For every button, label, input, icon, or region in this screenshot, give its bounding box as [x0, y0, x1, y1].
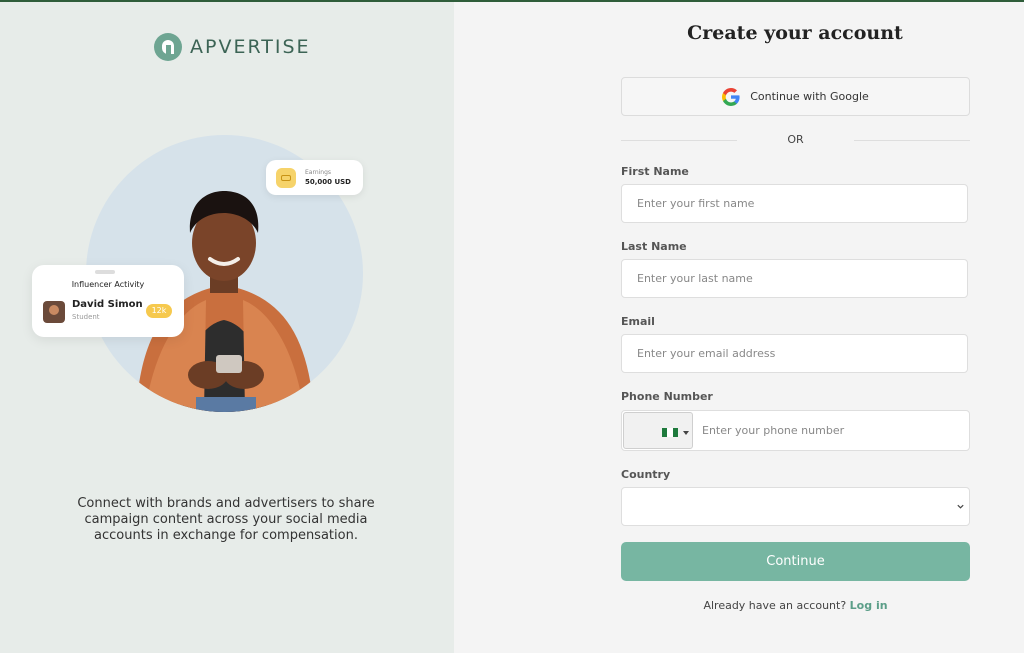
earnings-value: 50,000 USD: [305, 178, 351, 186]
last-name-label: Last Name: [621, 240, 687, 253]
login-prompt-text: Already have an account?: [703, 599, 847, 612]
phone-number-field[interactable]: [694, 412, 968, 449]
money-icon: [276, 167, 296, 188]
tagline: Connect with brands and advertisers to s…: [77, 496, 375, 543]
card-handle: [95, 270, 115, 274]
nigeria-flag-icon: [662, 428, 678, 437]
login-link[interactable]: Log in: [850, 599, 888, 612]
brand-logo: APVERTISE: [154, 33, 311, 61]
brand-name: APVERTISE: [190, 36, 311, 58]
activity-name: David Simon: [72, 299, 143, 310]
first-name-field[interactable]: [621, 184, 968, 223]
divider-line-right: [854, 140, 970, 141]
email-label: Email: [621, 315, 655, 328]
login-prompt: Already have an account? Log in: [621, 599, 970, 612]
promo-panel: APVERTISE Earnings 50,000 USD Influencer…: [0, 2, 454, 653]
influencer-activity-card: Influencer Activity David Simon Student …: [32, 265, 184, 337]
country-select[interactable]: [621, 487, 970, 526]
continue-button[interactable]: Continue: [621, 542, 970, 581]
email-field[interactable]: [621, 334, 968, 373]
follower-badge: 12k: [146, 304, 172, 318]
country-label: Country: [621, 468, 671, 481]
country-code-dropdown[interactable]: [623, 412, 693, 449]
chevron-down-icon: [683, 431, 689, 435]
avatar: [43, 301, 65, 323]
phone-field-group: [621, 410, 970, 451]
brand-mark-icon: [154, 33, 182, 61]
first-name-label: First Name: [621, 165, 689, 178]
chevron-down-icon: [957, 504, 964, 509]
earnings-label: Earnings: [305, 169, 332, 176]
page-title: Create your account: [687, 22, 903, 44]
signup-panel: Create your account Continue with Google…: [454, 2, 1024, 653]
activity-title: Influencer Activity: [71, 280, 145, 289]
or-divider: OR: [621, 131, 970, 149]
last-name-field[interactable]: [621, 259, 968, 298]
phone-label: Phone Number: [621, 390, 713, 403]
google-button-label: Continue with Google: [750, 90, 869, 103]
activity-role: Student: [72, 313, 100, 321]
google-signup-button[interactable]: Continue with Google: [621, 77, 970, 116]
google-icon: [722, 87, 740, 106]
earnings-card: Earnings 50,000 USD: [266, 160, 363, 195]
